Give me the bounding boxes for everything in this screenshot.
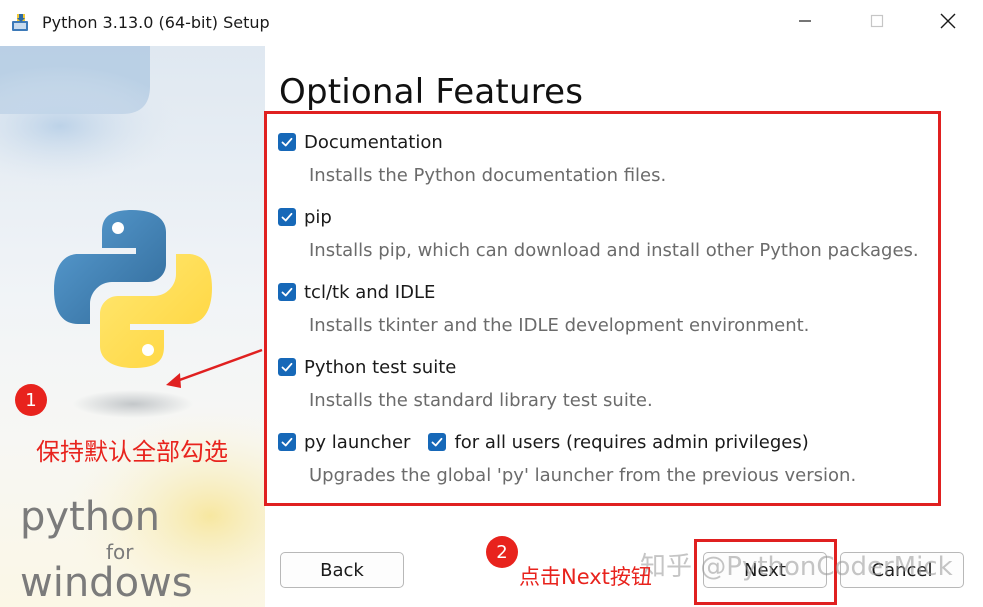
window-title: Python 3.13.0 (64-bit) Setup bbox=[42, 13, 270, 32]
windows-wordmark-text: windows bbox=[20, 560, 193, 606]
back-button[interactable]: Back bbox=[280, 552, 404, 588]
python-wordmark-text: python bbox=[20, 494, 160, 540]
annotation-note-1: 保持默认全部勾选 bbox=[36, 438, 228, 466]
close-icon bbox=[939, 12, 957, 34]
close-button[interactable] bbox=[913, 0, 983, 46]
installer-window: Python 3.13.0 (64-bit) Setup python for … bbox=[0, 0, 983, 607]
title-bar: Python 3.13.0 (64-bit) Setup bbox=[0, 0, 983, 46]
page-title: Optional Features bbox=[279, 72, 584, 112]
annotation-badge-1: 1 bbox=[15, 384, 47, 416]
maximize-button[interactable] bbox=[842, 0, 912, 46]
features-highlight-box bbox=[264, 111, 941, 506]
watermark: 知乎 @PythonCoderMick bbox=[640, 552, 953, 582]
annotation-badge-2: 2 bbox=[486, 536, 518, 568]
annotation-note-2: 点击Next按钮 bbox=[519, 565, 652, 589]
installer-side-panel: python for windows bbox=[0, 46, 265, 607]
minimize-icon bbox=[797, 13, 813, 33]
maximize-icon bbox=[869, 13, 885, 33]
installer-app-icon bbox=[10, 12, 32, 34]
minimize-button[interactable] bbox=[770, 0, 840, 46]
